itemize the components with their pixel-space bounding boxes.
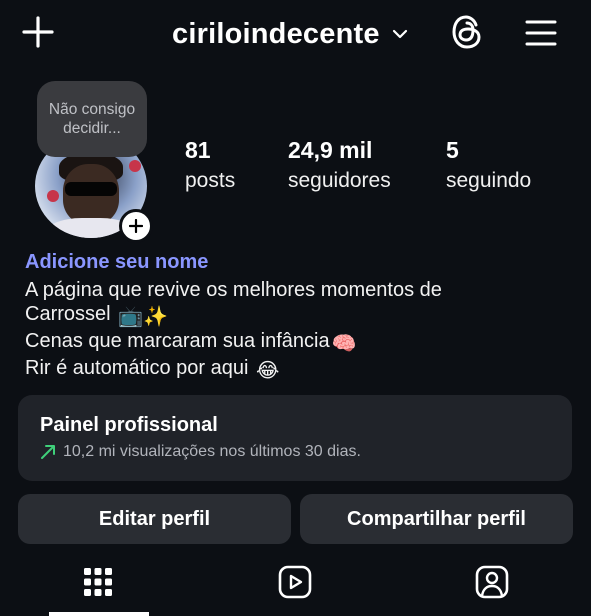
avatar-sticker — [47, 190, 59, 202]
laughing-emoji: 😂 — [256, 360, 280, 382]
username: ciriloindecente — [172, 17, 380, 50]
bio-line: Rir é automático por aqui 😂 — [25, 356, 565, 383]
create-button[interactable] — [18, 12, 58, 52]
trending-up-icon — [41, 445, 55, 459]
bio-line: Carrossel 📺✨ — [25, 302, 565, 329]
account-switcher[interactable]: ciriloindecente — [172, 14, 408, 54]
add-name-link[interactable]: Adicione seu nome — [25, 251, 208, 274]
tv-sparkles-emoji: 📺✨ — [118, 306, 168, 328]
tagged-person-icon — [475, 565, 509, 599]
plus-icon — [22, 16, 54, 48]
posts-label: posts — [185, 169, 236, 192]
grid-icon — [84, 568, 112, 596]
bio-text: A página que revive os melhores momentos… — [25, 279, 442, 301]
professional-dashboard-card[interactable]: Painel profissional 10,2 mi visualizaçõe… — [18, 395, 572, 481]
threads-icon — [452, 15, 481, 49]
stat-following[interactable]: 5 seguindo — [446, 136, 531, 196]
top-bar: ciriloindecente — [0, 0, 591, 66]
dashboard-views-text: 10,2 mi visualizações nos últimos 30 dia… — [63, 443, 361, 460]
followers-label: seguidores — [288, 169, 391, 192]
hamburger-menu-icon — [525, 20, 557, 46]
bio: A página que revive os melhores momentos… — [25, 278, 565, 383]
chevron-down-icon — [392, 29, 407, 39]
following-label: seguindo — [446, 169, 532, 192]
tab-reels[interactable] — [265, 558, 325, 606]
tab-grid[interactable] — [68, 558, 128, 606]
bio-line: A página que revive os melhores momentos… — [25, 278, 565, 302]
share-profile-button[interactable]: Compartilhar perfil — [300, 494, 573, 544]
reels-icon — [278, 565, 312, 599]
bio-line: Cenas que marcaram sua infância 🧠 — [25, 329, 565, 356]
add-story-button[interactable] — [119, 209, 153, 243]
active-tab-indicator — [49, 612, 149, 616]
plus-icon — [129, 219, 143, 233]
edit-profile-button[interactable]: Editar perfil — [18, 494, 291, 544]
avatar-sticker — [129, 160, 141, 172]
tab-tagged[interactable] — [462, 558, 522, 606]
stat-followers[interactable]: 24,9 mil seguidores — [288, 136, 391, 196]
threads-button[interactable] — [446, 11, 488, 53]
bio-text: Carrossel — [25, 303, 111, 325]
stat-posts[interactable]: 81 posts — [185, 136, 235, 196]
dashboard-subtitle: 10,2 mi visualizações nos últimos 30 dia… — [40, 443, 550, 461]
menu-button[interactable] — [520, 12, 562, 54]
brain-emoji: 🧠 — [331, 333, 357, 355]
dashboard-title: Painel profissional — [40, 414, 218, 436]
posts-count: 81 — [185, 137, 211, 163]
followers-count: 24,9 mil — [288, 137, 373, 163]
bio-text: Cenas que marcaram sua infância — [25, 330, 330, 352]
bio-text: Rir é automático por aqui — [25, 357, 249, 379]
following-count: 5 — [446, 137, 459, 163]
avatar-sunglasses — [65, 182, 117, 196]
note-bubble[interactable]: Não consigo decidir... — [37, 81, 147, 157]
